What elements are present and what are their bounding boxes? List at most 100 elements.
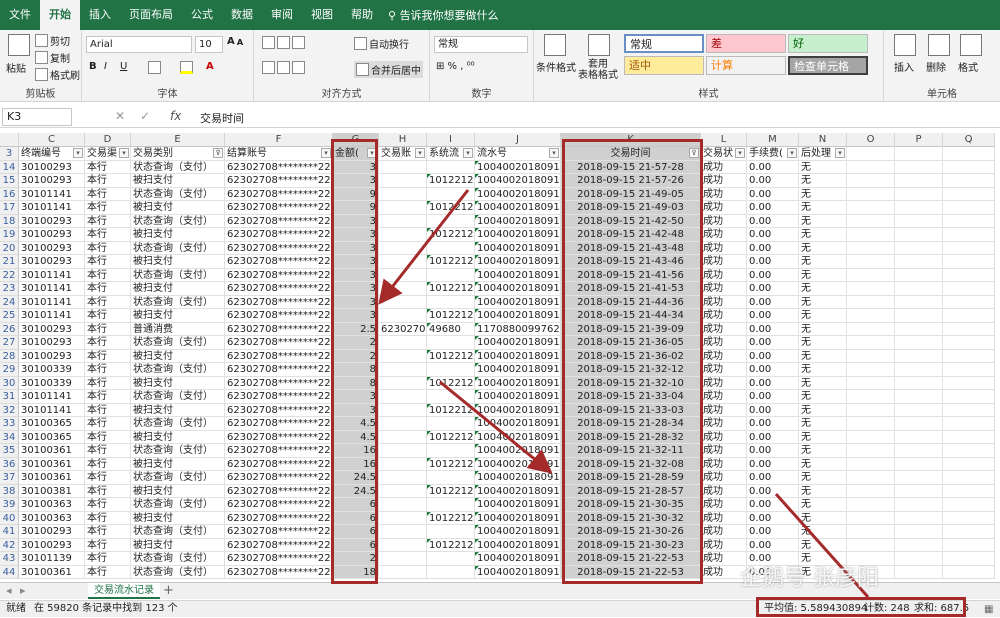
table-cell[interactable]: 0.00 (747, 282, 799, 296)
table-cell[interactable]: 普通消费 (131, 322, 225, 336)
table-cell[interactable]: 0.00 (747, 349, 799, 363)
table-cell[interactable] (847, 430, 895, 444)
table-cell[interactable]: 10040020180915 (475, 484, 561, 498)
table-cell[interactable]: 10040020180915 (475, 363, 561, 377)
table-cell[interactable]: 本行 (85, 430, 131, 444)
table-cell[interactable] (943, 282, 995, 296)
filter-dropdown-icon[interactable]: ▾ (463, 148, 473, 158)
table-cell[interactable]: 62302708********228 (225, 403, 333, 417)
row-header[interactable]: 17 (0, 201, 19, 215)
table-cell[interactable]: 10040020180915 (475, 282, 561, 296)
format-as-table-icon[interactable] (588, 34, 610, 56)
table-cell[interactable]: 10040020180915 (475, 174, 561, 188)
table-cell[interactable] (895, 403, 943, 417)
table-cell[interactable]: 无 (799, 336, 847, 350)
paste-button[interactable]: 粘贴 (6, 60, 26, 75)
table-cell[interactable]: 0.00 (747, 322, 799, 336)
filter-dropdown-icon[interactable]: ▾ (835, 148, 845, 158)
table-cell[interactable] (943, 363, 995, 377)
table-cell[interactable]: 本行 (85, 295, 131, 309)
table-cell[interactable] (943, 444, 995, 458)
table-cell[interactable]: 0.00 (747, 430, 799, 444)
table-cell[interactable]: 被扫支付 (131, 228, 225, 242)
table-cell[interactable]: 30100293 (19, 214, 85, 228)
table-cell[interactable] (847, 471, 895, 485)
table-cell[interactable]: 被扫支付 (131, 282, 225, 296)
table-cell[interactable] (895, 498, 943, 512)
table-cell[interactable] (379, 511, 427, 525)
row-header[interactable]: 36 (0, 457, 19, 471)
row-header[interactable]: 34 (0, 430, 19, 444)
table-cell[interactable]: 成功 (701, 484, 747, 498)
sheet-nav-right-icon[interactable]: ▸ (20, 584, 26, 597)
table-cell[interactable]: 状态查询（支付） (131, 498, 225, 512)
table-cell[interactable] (943, 417, 995, 431)
table-cell[interactable] (895, 268, 943, 282)
table-cell[interactable]: 10040020180915 (475, 511, 561, 525)
table-cell[interactable] (427, 214, 475, 228)
table-cell[interactable] (895, 336, 943, 350)
table-cell[interactable]: 成功 (701, 201, 747, 215)
filter-dropdown-icon[interactable]: ▾ (787, 148, 797, 158)
table-cell[interactable]: 状态查询（支付） (131, 363, 225, 377)
table-cell[interactable]: 0.00 (747, 255, 799, 269)
table-cell[interactable]: 成功 (701, 498, 747, 512)
table-cell[interactable]: 状态查询（支付） (131, 214, 225, 228)
filter-dropdown-icon[interactable]: ▾ (73, 148, 83, 158)
table-cell[interactable]: 成功 (701, 363, 747, 377)
table-cell[interactable] (379, 417, 427, 431)
table-cell[interactable]: 本行 (85, 525, 131, 539)
table-cell[interactable] (943, 214, 995, 228)
table-cell[interactable]: 62302708********228 (225, 417, 333, 431)
table-cell[interactable]: 10122120 (427, 255, 475, 269)
header-cell[interactable]: 手续费(▾ (747, 147, 799, 161)
name-box[interactable]: K3 (2, 108, 72, 126)
table-cell[interactable]: 本行 (85, 565, 131, 579)
table-cell[interactable]: 成功 (701, 295, 747, 309)
menu-tab-8[interactable]: 帮助 (342, 0, 382, 30)
table-cell[interactable] (895, 525, 943, 539)
worksheet-grid[interactable]: C D E F G H I J K L M N O P Q 3 终端编号 ▾ 交易渠 ▾ 交易类别 ⊽ 结算账号 ▾ 金额(▾ 交… (0, 133, 1000, 582)
row-header[interactable]: 37 (0, 471, 19, 485)
table-cell[interactable]: 被扫支付 (131, 255, 225, 269)
table-cell[interactable]: 10040020180915 (475, 336, 561, 350)
table-cell[interactable] (427, 417, 475, 431)
table-cell[interactable]: 成功 (701, 336, 747, 350)
row-header[interactable]: 26 (0, 322, 19, 336)
row-header[interactable]: 21 (0, 255, 19, 269)
table-cell[interactable] (943, 471, 995, 485)
table-cell[interactable]: 10122120 (427, 430, 475, 444)
table-cell[interactable]: 被扫支付 (131, 484, 225, 498)
table-cell[interactable]: 成功 (701, 376, 747, 390)
table-cell[interactable] (427, 471, 475, 485)
table-cell[interactable]: 成功 (701, 214, 747, 228)
table-cell[interactable]: 本行 (85, 309, 131, 323)
table-cell[interactable]: 本行 (85, 511, 131, 525)
table-cell[interactable]: 0.00 (747, 511, 799, 525)
menu-tab-1[interactable]: 开始 (40, 0, 80, 30)
menu-tab-5[interactable]: 数据 (222, 0, 262, 30)
table-cell[interactable]: 无 (799, 255, 847, 269)
table-cell[interactable] (427, 363, 475, 377)
row-header[interactable]: 3 (0, 147, 19, 161)
table-cell[interactable]: 成功 (701, 511, 747, 525)
table-cell[interactable]: 62302708********228 (225, 444, 333, 458)
table-cell[interactable]: 成功 (701, 241, 747, 255)
column-header-P[interactable]: P (895, 133, 943, 147)
table-cell[interactable] (427, 498, 475, 512)
table-cell[interactable]: 成功 (701, 322, 747, 336)
table-cell[interactable]: 10040020180915 (475, 457, 561, 471)
menu-tab-3[interactable]: 页面布局 (120, 0, 182, 30)
table-cell[interactable] (943, 498, 995, 512)
column-header-C[interactable]: C (19, 133, 85, 147)
column-header-H[interactable]: H (379, 133, 427, 147)
column-header-D[interactable]: D (85, 133, 131, 147)
table-cell[interactable]: 无 (799, 538, 847, 552)
table-cell[interactable] (379, 255, 427, 269)
table-cell[interactable] (847, 484, 895, 498)
grow-font-button[interactable]: AA (227, 36, 243, 47)
table-cell[interactable]: 10040020180915 (475, 565, 561, 579)
table-cell[interactable]: 无 (799, 511, 847, 525)
table-cell[interactable]: 62302708********228 (225, 484, 333, 498)
table-cell[interactable]: 30101141 (19, 187, 85, 201)
